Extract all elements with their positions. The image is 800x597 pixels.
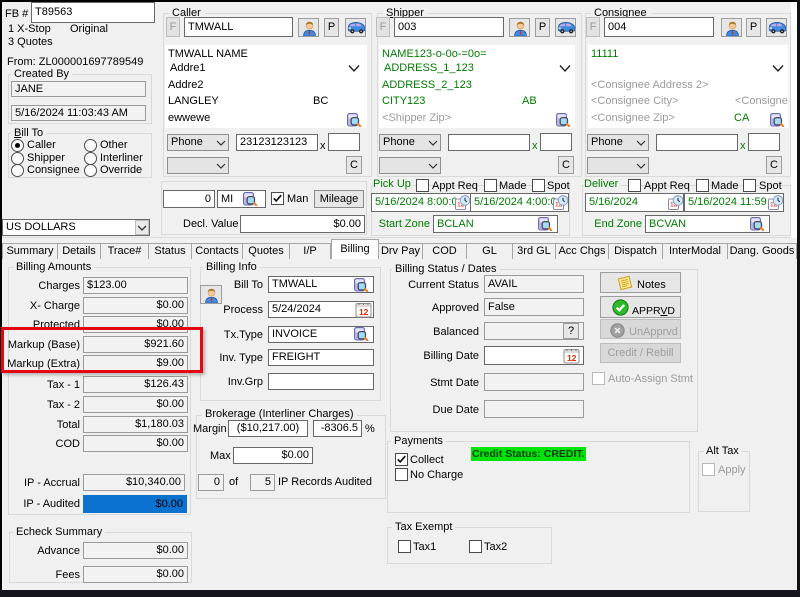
svg-text:12: 12 xyxy=(359,307,369,317)
svg-text:12: 12 xyxy=(567,353,577,363)
